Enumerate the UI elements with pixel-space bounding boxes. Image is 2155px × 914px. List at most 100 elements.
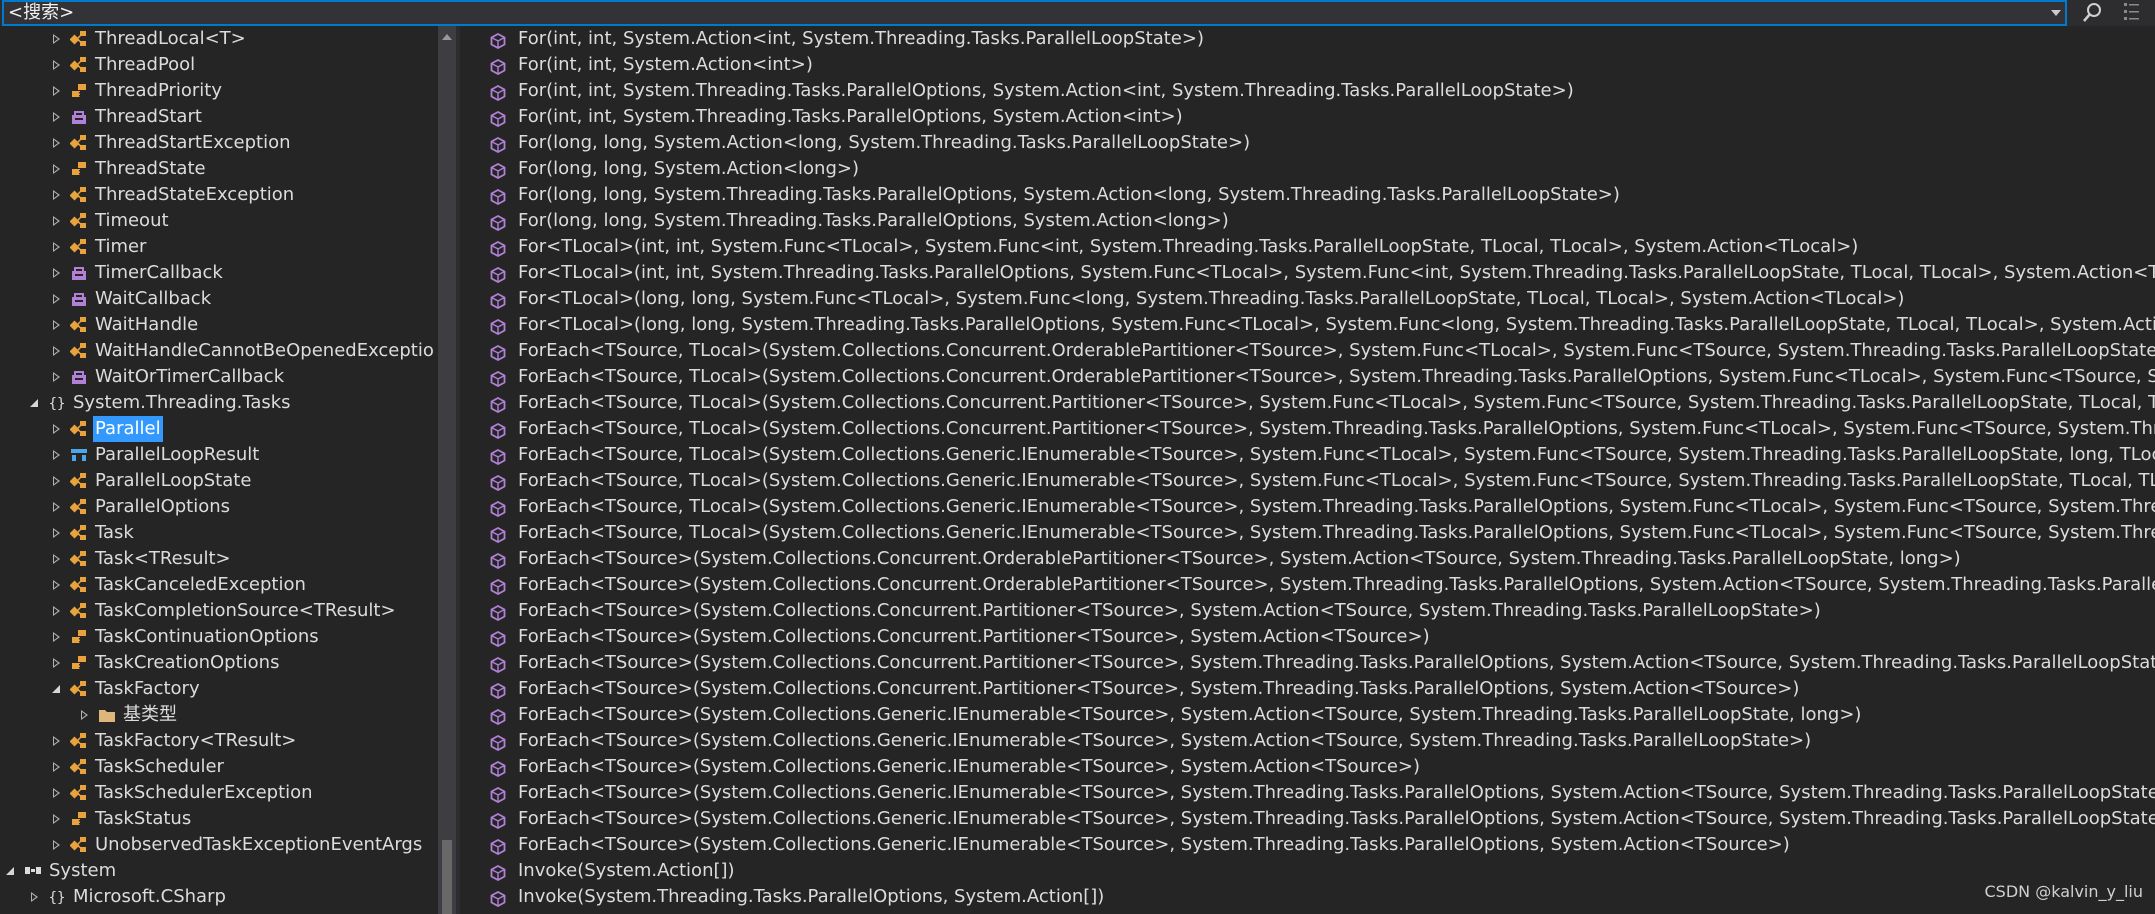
tree-node-threadlocal-t[interactable]: ThreadLocal<T> <box>0 26 430 52</box>
collapsed-arrow-icon[interactable] <box>50 52 64 78</box>
tree-node-taskschedulerexception[interactable]: TaskSchedulerException <box>0 780 430 806</box>
scrollbar-thumb[interactable] <box>442 840 452 914</box>
tree-node-threadstartexception[interactable]: ThreadStartException <box>0 130 430 156</box>
member-signature: ForEach<TSource, TLocal>(System.Collecti… <box>518 470 2155 491</box>
tree-node-node[interactable]: 基类型 <box>0 702 430 728</box>
scroll-up-icon[interactable] <box>442 34 452 40</box>
tree-node-waithandlecannotbeopenedexceptio[interactable]: WaitHandleCannotBeOpenedExceptio <box>0 338 434 364</box>
collapsed-arrow-icon[interactable] <box>50 182 64 208</box>
class-icon <box>69 602 88 620</box>
tree-node-threadstart[interactable]: ThreadStart <box>0 104 430 130</box>
collapsed-arrow-icon[interactable] <box>50 208 64 234</box>
method-icon <box>490 265 506 284</box>
tree-node-waithandle[interactable]: WaitHandle <box>0 312 430 338</box>
tree-node-system-threading-tasks[interactable]: {} System.Threading.Tasks <box>0 390 430 416</box>
tree-node-label: 基类型 <box>123 704 177 725</box>
expanded-arrow-icon[interactable] <box>28 390 42 416</box>
tree-node-threadstate[interactable]: ThreadState <box>0 156 430 182</box>
collapsed-arrow-icon[interactable] <box>50 416 64 442</box>
method-icon <box>490 733 506 752</box>
collapsed-arrow-icon[interactable] <box>50 104 64 130</box>
tree-node-task-tresult[interactable]: Task<TResult> <box>0 546 430 572</box>
member-signature: ForEach<TSource>(System.Collections.Gene… <box>518 730 1812 751</box>
tree-node-label: TaskScheduler <box>95 756 224 777</box>
collapsed-arrow-icon[interactable] <box>50 520 64 546</box>
tree-scrollbar[interactable] <box>438 26 456 914</box>
method-icon <box>490 785 506 804</box>
enum-icon <box>70 810 88 828</box>
collapsed-arrow-icon[interactable] <box>50 78 64 104</box>
collapsed-arrow-icon[interactable] <box>50 156 64 182</box>
collapsed-arrow-icon[interactable] <box>50 286 64 312</box>
search-button[interactable] <box>2078 0 2106 26</box>
collapsed-arrow-icon[interactable] <box>50 260 64 286</box>
tree-node-taskcreationoptions[interactable]: TaskCreationOptions <box>0 650 430 676</box>
member-signature: ForEach<TSource>(System.Collections.Conc… <box>518 652 2155 673</box>
collapsed-arrow-icon[interactable] <box>50 546 64 572</box>
tree-node-waitortimercallback[interactable]: WaitOrTimerCallback <box>0 364 430 390</box>
collapsed-arrow-icon[interactable] <box>50 780 64 806</box>
tree-node-taskstatus[interactable]: TaskStatus <box>0 806 430 832</box>
expanded-arrow-icon[interactable] <box>4 858 18 884</box>
tree-node-threadpriority[interactable]: ThreadPriority <box>0 78 430 104</box>
collapsed-arrow-icon[interactable] <box>78 702 92 728</box>
member-signature: ForEach<TSource, TLocal>(System.Collecti… <box>518 418 2155 439</box>
tree-node-system[interactable]: System <box>0 858 430 884</box>
collapsed-arrow-icon[interactable] <box>50 754 64 780</box>
collapsed-arrow-icon[interactable] <box>50 598 64 624</box>
chevron-down-icon <box>2051 10 2061 16</box>
search-input[interactable] <box>2 0 2051 26</box>
tree-node-threadstateexception[interactable]: ThreadStateException <box>0 182 430 208</box>
collapsed-arrow-icon[interactable] <box>50 26 64 52</box>
member-signature: ForEach<TSource>(System.Collections.Gene… <box>518 756 1421 777</box>
collapsed-arrow-icon[interactable] <box>50 468 64 494</box>
tree-node-taskfactory[interactable]: TaskFactory <box>0 676 430 702</box>
collapsed-arrow-icon[interactable] <box>50 130 64 156</box>
method-icon <box>490 811 506 830</box>
collapsed-arrow-icon[interactable] <box>50 572 64 598</box>
collapsed-arrow-icon[interactable] <box>50 650 64 676</box>
tree-node-parallelloopstate[interactable]: ParallelLoopState <box>0 468 430 494</box>
tree-node-timercallback[interactable]: TimerCallback <box>0 260 430 286</box>
tree-node-task[interactable]: Task <box>0 520 430 546</box>
member-signature: ForEach<TSource>(System.Collections.Conc… <box>518 574 2155 595</box>
tree-node-taskscheduler[interactable]: TaskScheduler <box>0 754 430 780</box>
collapsed-arrow-icon[interactable] <box>50 442 64 468</box>
tree-node-parallel[interactable]: Parallel <box>0 416 430 442</box>
collapsed-arrow-icon[interactable] <box>50 728 64 754</box>
tree-node-parallelloopresult[interactable]: ParallelLoopResult <box>0 442 430 468</box>
tree-node-unobservedtaskexceptioneventargs[interactable]: UnobservedTaskExceptionEventArgs <box>0 832 430 858</box>
tree-node-label: ThreadStateException <box>95 184 295 205</box>
tree-node-timeout[interactable]: Timeout <box>0 208 430 234</box>
method-icon <box>490 863 506 882</box>
tree-node-threadpool[interactable]: ThreadPool <box>0 52 430 78</box>
collapsed-arrow-icon[interactable] <box>50 494 64 520</box>
member-signature: For<TLocal>(long, long, System.Func<TLoc… <box>518 288 1905 309</box>
tree-node-taskfactory-tresult[interactable]: TaskFactory<TResult> <box>0 728 430 754</box>
search-settings-button[interactable] <box>2116 0 2146 26</box>
collapsed-arrow-icon[interactable] <box>50 338 64 364</box>
search-history-dropdown[interactable] <box>2047 0 2067 26</box>
tree-node-paralleloptions[interactable]: ParallelOptions <box>0 494 430 520</box>
collapsed-arrow-icon[interactable] <box>50 624 64 650</box>
collapsed-arrow-icon[interactable] <box>28 884 42 910</box>
tree-node-microsoft-csharp[interactable]: {} Microsoft.CSharp <box>0 884 430 910</box>
class-icon <box>69 758 88 776</box>
collapsed-arrow-icon[interactable] <box>50 364 64 390</box>
tree-node-taskcontinuationoptions[interactable]: TaskContinuationOptions <box>0 624 430 650</box>
tree-node-timer[interactable]: Timer <box>0 234 430 260</box>
class-icon <box>69 472 88 490</box>
tree-node-waitcallback[interactable]: WaitCallback <box>0 286 430 312</box>
object-browser-tree[interactable]: ThreadLocal<T> ThreadPool ThreadPriority… <box>0 26 438 914</box>
collapsed-arrow-icon[interactable] <box>50 234 64 260</box>
member-list[interactable]: For(int, int, System.Action<int, System.… <box>460 26 2155 914</box>
tree-node-label: System.Threading.Tasks <box>73 392 291 413</box>
tree-node-taskcompletionsource-tresult[interactable]: TaskCompletionSource<TResult> <box>0 598 430 624</box>
folder-icon <box>98 706 116 724</box>
tree-node-taskcanceledexception[interactable]: TaskCanceledException <box>0 572 430 598</box>
tree-node-label: ParallelLoopState <box>95 470 252 491</box>
expanded-arrow-icon[interactable] <box>50 676 64 702</box>
collapsed-arrow-icon[interactable] <box>50 806 64 832</box>
collapsed-arrow-icon[interactable] <box>50 832 64 858</box>
collapsed-arrow-icon[interactable] <box>50 312 64 338</box>
